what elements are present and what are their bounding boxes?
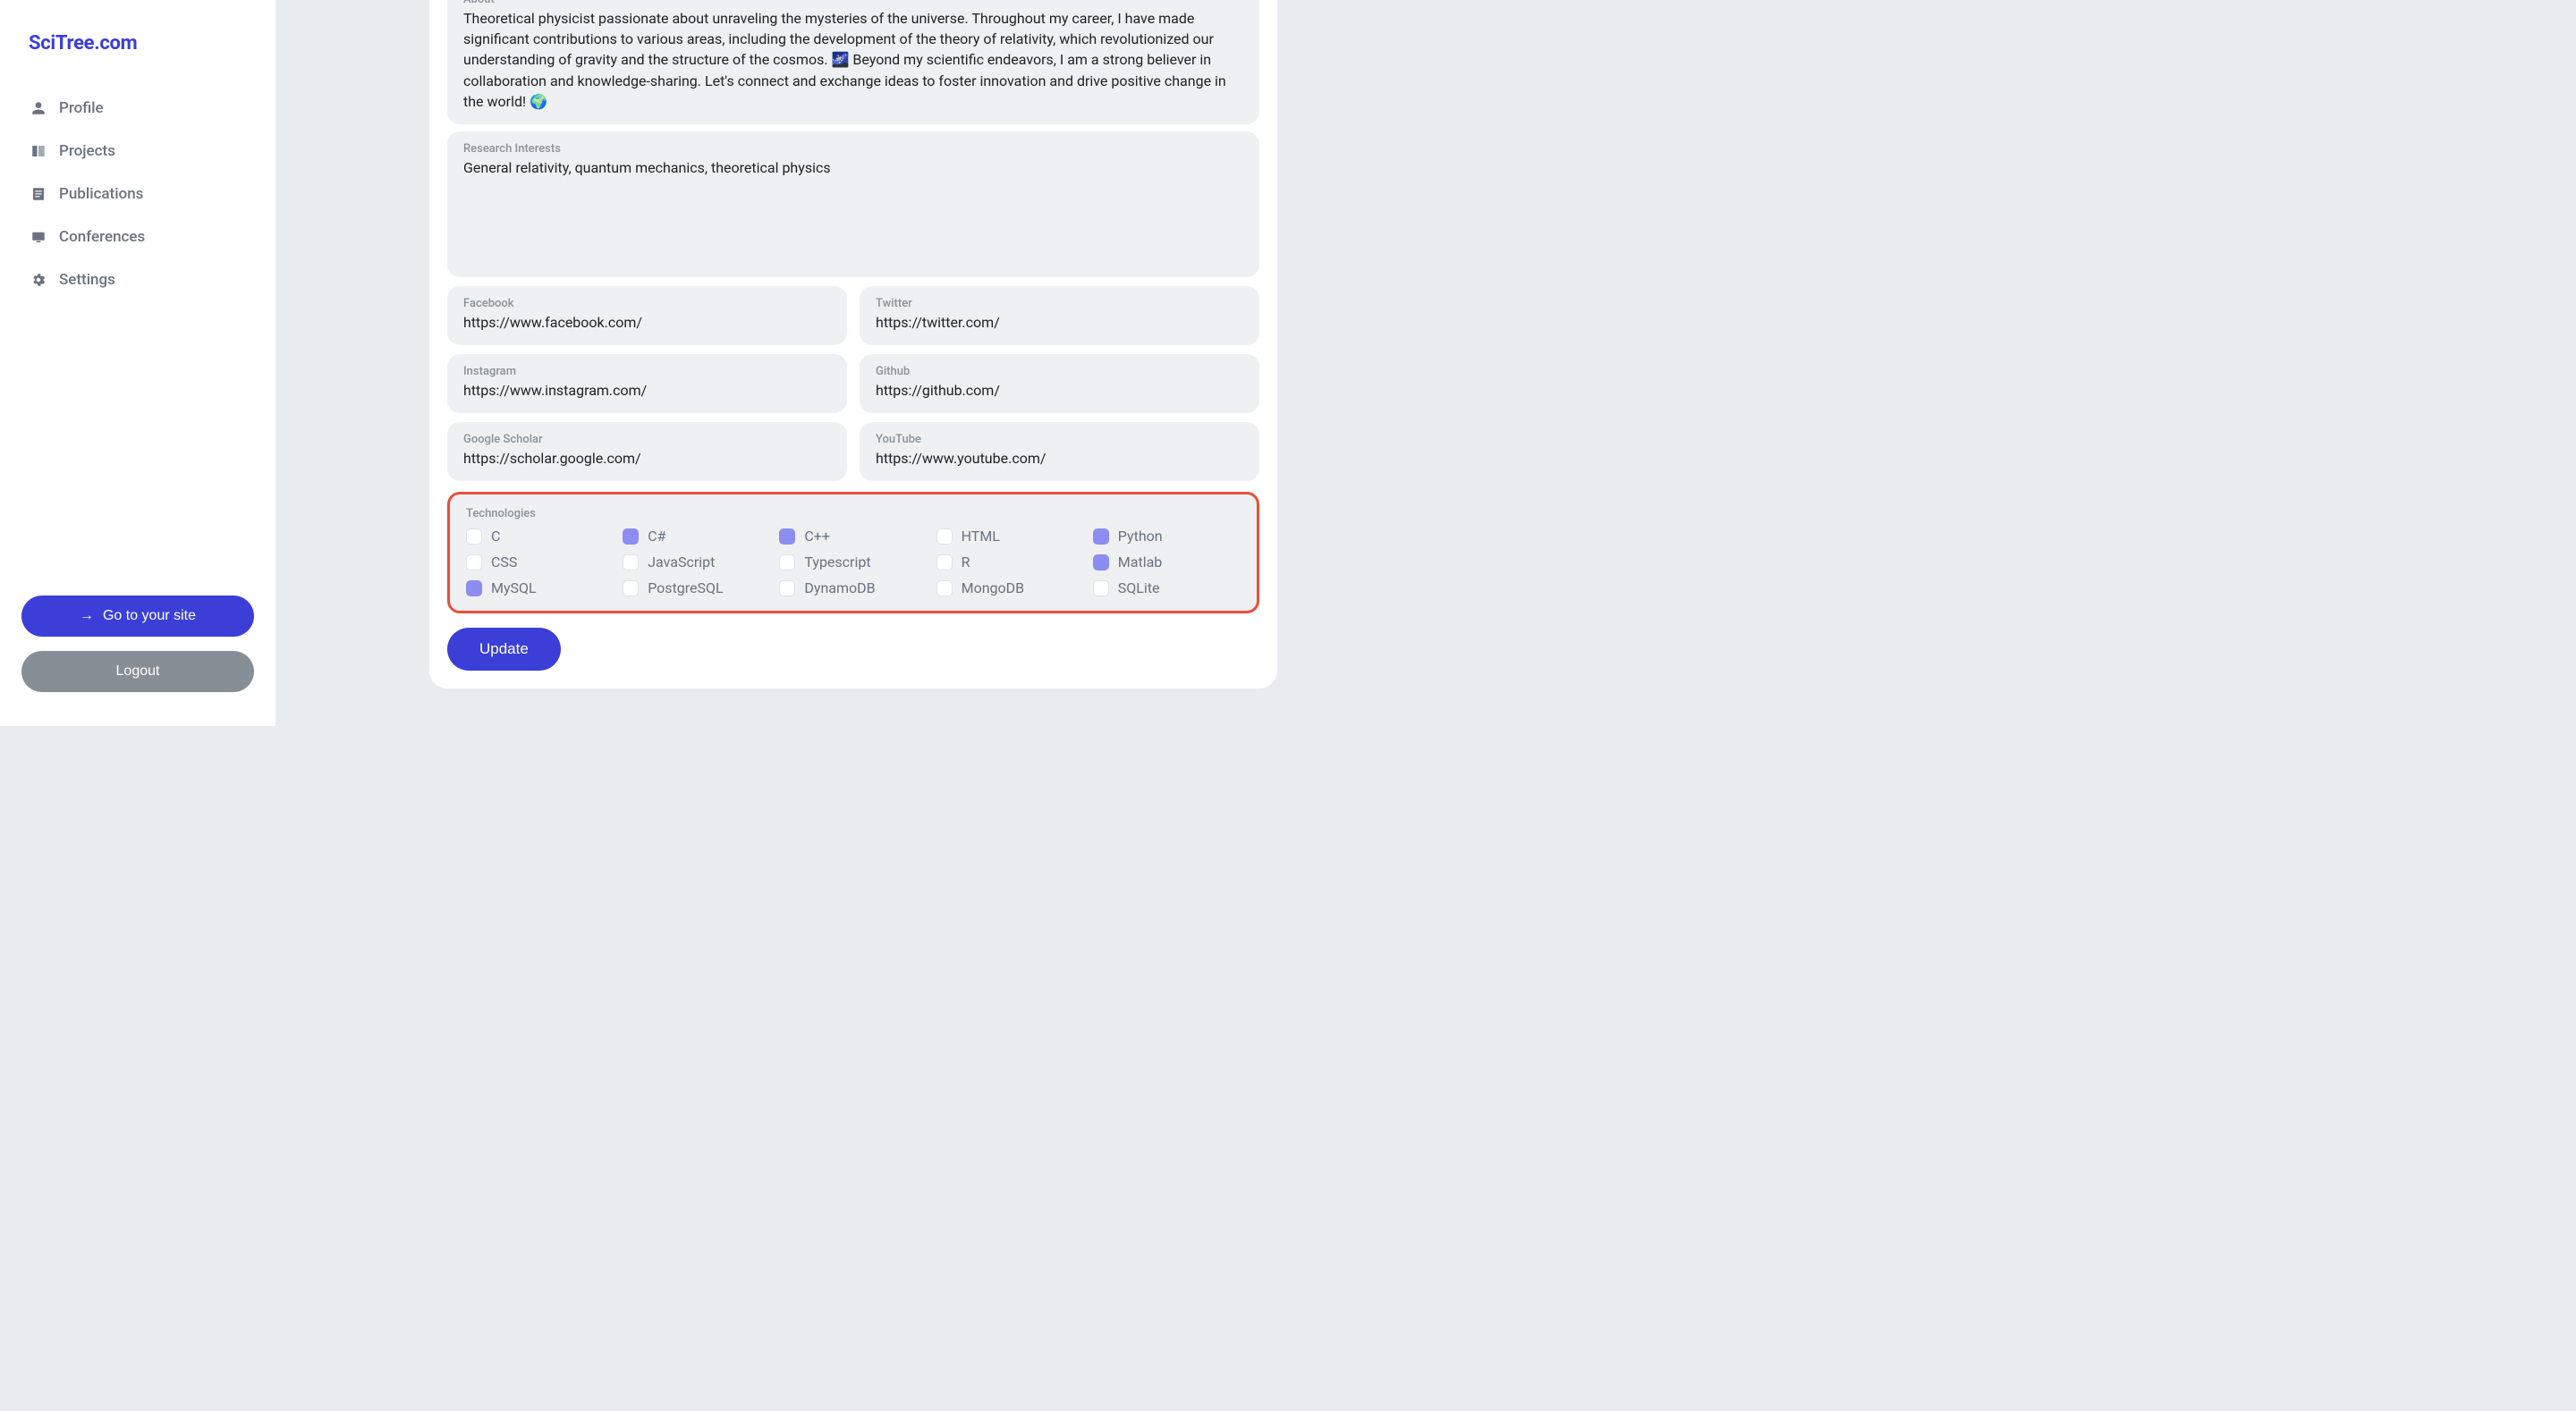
tech-label: Python: [1118, 528, 1163, 545]
checkbox[interactable]: [466, 554, 482, 570]
about-text[interactable]: Theoretical physicist passionate about u…: [463, 8, 1243, 112]
tech-label: MongoDB: [962, 579, 1025, 596]
checkbox[interactable]: [936, 528, 953, 545]
facebook-field: Facebook: [447, 286, 847, 345]
tech-label: SQLite: [1118, 579, 1160, 596]
tech-label: CSS: [491, 553, 517, 570]
tech-item: PostgreSQL: [623, 579, 770, 596]
tech-item: C++: [779, 528, 927, 545]
tech-item: SQLite: [1093, 579, 1241, 596]
tech-label: JavaScript: [648, 553, 715, 570]
scholar-field: Google Scholar: [447, 422, 847, 481]
research-label: Research Interests: [463, 142, 1243, 156]
sidebar-item-label: Publications: [59, 185, 143, 203]
tech-label: Matlab: [1118, 553, 1162, 570]
checkbox[interactable]: [779, 528, 795, 545]
tech-item: C: [466, 528, 614, 545]
nav: Profile Projects Publications Conference…: [21, 90, 254, 298]
sidebar-item-label: Projects: [59, 142, 115, 160]
social-grid: Facebook Twitter Instagram Github Google…: [447, 286, 1259, 482]
tech-item: C#: [623, 528, 770, 545]
github-field: Github: [860, 354, 1259, 413]
tech-item: R: [936, 553, 1084, 570]
tech-item: JavaScript: [623, 553, 770, 570]
facebook-label: Facebook: [463, 297, 831, 310]
research-field: Research Interests: [447, 131, 1259, 277]
projects-icon: [30, 143, 47, 159]
sidebar-bottom: → Go to your site Logout: [21, 596, 254, 701]
checkbox[interactable]: [623, 528, 639, 545]
sidebar-item-label: Conferences: [59, 228, 145, 246]
sidebar-item-label: Profile: [59, 99, 104, 117]
instagram-field: Instagram: [447, 354, 847, 413]
tech-item: Matlab: [1093, 553, 1241, 570]
checkbox[interactable]: [466, 580, 482, 596]
tech-item: MongoDB: [936, 579, 1084, 596]
tech-label: C: [491, 528, 500, 545]
brand-logo[interactable]: SciTree.com: [29, 32, 247, 55]
checkbox[interactable]: [936, 554, 953, 570]
technologies-box: Technologies C C# C++ HTML Python CSS JavaScri…: [447, 492, 1259, 613]
checkbox[interactable]: [779, 554, 795, 570]
sidebar-item-publications[interactable]: Publications: [21, 176, 254, 212]
tech-label: DynamoDB: [804, 579, 875, 596]
update-button[interactable]: Update: [447, 628, 561, 671]
tech-label: HTML: [962, 528, 1000, 545]
tech-label: PostgreSQL: [648, 579, 723, 596]
sidebar-item-projects[interactable]: Projects: [21, 133, 254, 169]
about-field: About Theoretical physicist passionate a…: [447, 0, 1259, 124]
tech-label: C#: [648, 528, 665, 545]
checkbox[interactable]: [779, 580, 795, 596]
about-label: About: [463, 0, 1243, 6]
tech-item: DynamoDB: [779, 579, 927, 596]
technologies-label: Technologies: [466, 507, 1241, 520]
arrow-right-icon: →: [80, 608, 94, 624]
tech-label: MySQL: [491, 579, 537, 596]
sidebar: SciTree.com Profile Projects Publication…: [0, 0, 275, 726]
youtube-field: YouTube: [860, 422, 1259, 481]
tech-label: C++: [804, 528, 830, 545]
sidebar-item-label: Settings: [59, 271, 115, 289]
logout-button[interactable]: Logout: [21, 651, 254, 692]
github-input[interactable]: [876, 380, 1243, 401]
conferences-icon: [30, 229, 47, 245]
scholar-input[interactable]: [463, 448, 831, 469]
gear-icon: [30, 272, 47, 288]
facebook-input[interactable]: [463, 312, 831, 333]
tech-item: Python: [1093, 528, 1241, 545]
technologies-grid: C C# C++ HTML Python CSS JavaScript Typescript R…: [466, 528, 1241, 596]
sidebar-item-settings[interactable]: Settings: [21, 262, 254, 298]
twitter-label: Twitter: [876, 297, 1243, 310]
tech-item: CSS: [466, 553, 614, 570]
checkbox[interactable]: [936, 580, 953, 596]
instagram-label: Instagram: [463, 365, 831, 378]
twitter-field: Twitter: [860, 286, 1259, 345]
go-to-site-label: Go to your site: [103, 608, 196, 624]
tech-item: HTML: [936, 528, 1084, 545]
checkbox[interactable]: [1093, 528, 1109, 545]
checkbox[interactable]: [1093, 554, 1109, 570]
tech-label: Typescript: [804, 553, 870, 570]
publications-icon: [30, 186, 47, 202]
checkbox[interactable]: [623, 554, 639, 570]
tech-item: MySQL: [466, 579, 614, 596]
tech-label: R: [962, 553, 970, 570]
scholar-label: Google Scholar: [463, 433, 831, 446]
go-to-site-button[interactable]: → Go to your site: [21, 596, 254, 637]
main-content: About Theoretical physicist passionate a…: [429, 0, 1277, 726]
sidebar-item-profile[interactable]: Profile: [21, 90, 254, 126]
checkbox[interactable]: [623, 580, 639, 596]
sidebar-item-conferences[interactable]: Conferences: [21, 219, 254, 255]
checkbox[interactable]: [1093, 580, 1109, 596]
user-icon: [30, 100, 47, 116]
twitter-input[interactable]: [876, 312, 1243, 333]
instagram-input[interactable]: [463, 380, 831, 401]
github-label: Github: [876, 365, 1243, 378]
checkbox[interactable]: [466, 528, 482, 545]
research-input[interactable]: [463, 157, 1243, 261]
youtube-label: YouTube: [876, 433, 1243, 446]
tech-item: Typescript: [779, 553, 927, 570]
profile-card: About Theoretical physicist passionate a…: [429, 0, 1277, 689]
youtube-input[interactable]: [876, 448, 1243, 469]
